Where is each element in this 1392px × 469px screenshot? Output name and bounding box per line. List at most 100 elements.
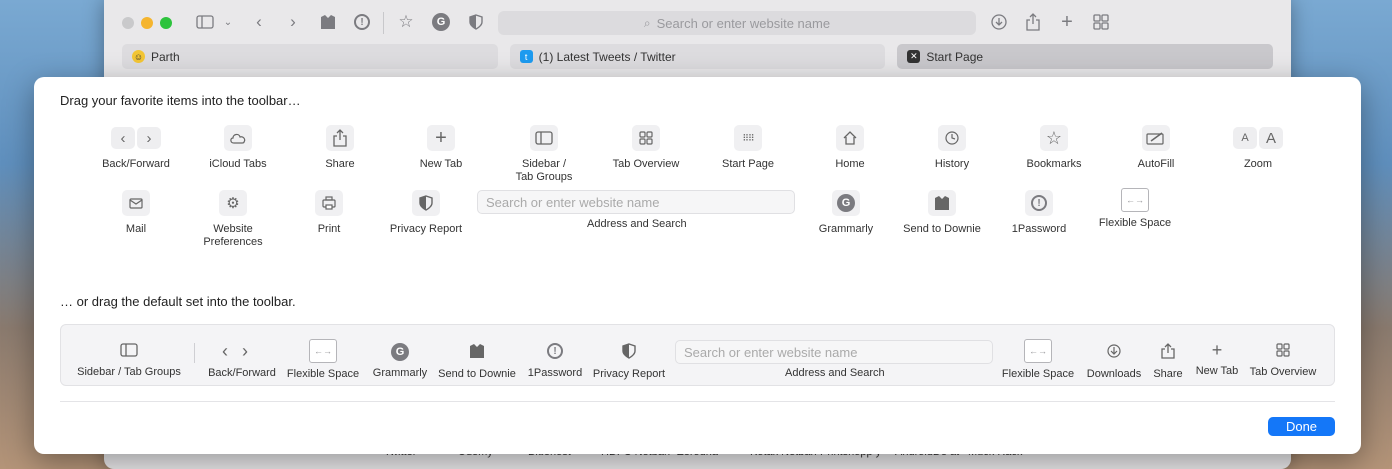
item-label: Website Preferences	[203, 223, 263, 248]
item-zoom[interactable]: AA Zoom	[1208, 125, 1308, 171]
item-share[interactable]: Share	[290, 125, 390, 171]
grid-icon[interactable]	[1091, 10, 1111, 34]
default-privacy-report: Privacy Report	[591, 343, 667, 381]
customize-toolbar-sheet: Drag your favorite items into the toolba…	[34, 77, 1361, 454]
flexible-space-icon: ←→	[309, 339, 337, 363]
plus-icon: +	[1211, 340, 1223, 360]
item-icloud-tabs[interactable]: iCloud Tabs	[188, 125, 288, 171]
plus-icon: +	[427, 125, 455, 151]
gear-icon: ⚙	[219, 190, 247, 216]
grammarly-icon: G	[391, 343, 409, 361]
downie-icon	[469, 343, 485, 362]
default-toolbar-set[interactable]: Sidebar / Tab Groups ‹› Back/Forward ←→ …	[60, 324, 1335, 386]
back-icon[interactable]: ‹	[250, 10, 268, 34]
zoom-icon: AA	[1233, 125, 1283, 151]
share-icon[interactable]	[1023, 10, 1043, 34]
item-sidebar[interactable]: Sidebar / Tab Groups	[494, 125, 594, 184]
address-search-field: Search or enter website name	[675, 340, 993, 364]
item-label: Sidebar / Tab Groups	[77, 366, 181, 378]
item-grammarly[interactable]: G Grammarly	[796, 190, 896, 236]
grammarly-icon: G	[832, 190, 860, 216]
item-label: AutoFill	[1137, 158, 1175, 170]
plus-icon[interactable]: +	[1057, 10, 1077, 34]
item-label: Print	[317, 223, 341, 235]
default-downloads: Downloads	[1084, 343, 1144, 381]
grid-icon	[632, 125, 660, 151]
address-bar[interactable]: ⌕ Search or enter website name	[498, 11, 976, 35]
downie-icon[interactable]	[318, 10, 338, 34]
item-start-page[interactable]: ⠿⠿ Start Page	[698, 125, 798, 171]
item-label: 1Password	[527, 367, 583, 379]
shield-icon	[412, 190, 440, 216]
item-label: Mail	[125, 223, 147, 235]
star-icon[interactable]: ☆	[396, 10, 416, 34]
tab-twitter[interactable]: t (1) Latest Tweets / Twitter	[509, 44, 886, 69]
address-placeholder: Search or enter website name	[656, 15, 831, 31]
item-label: Sidebar / Tab Groups	[515, 158, 573, 183]
item-label: Flexible Space	[1098, 217, 1172, 229]
download-icon[interactable]	[989, 10, 1009, 34]
back-forward-icon: ‹›	[111, 125, 161, 151]
item-mail[interactable]: Mail	[86, 190, 186, 236]
done-button[interactable]: Done	[1268, 417, 1335, 436]
cloud-icon	[224, 125, 252, 151]
item-label: History	[934, 158, 970, 170]
default-share: Share	[1148, 343, 1188, 381]
chevron-down-icon[interactable]: ⌄	[222, 10, 234, 34]
mail-icon	[122, 190, 150, 216]
item-print[interactable]: Print	[279, 190, 379, 236]
item-label: iCloud Tabs	[209, 158, 267, 170]
twitter-icon: t	[519, 50, 533, 63]
minimize-window-button[interactable]	[141, 17, 153, 29]
close-window-button[interactable]	[122, 17, 134, 29]
grid-icon	[1276, 343, 1290, 360]
default-1password: ! 1Password	[523, 343, 587, 380]
item-label: Tab Overview	[612, 158, 680, 170]
item-label: New Tab	[1195, 365, 1239, 377]
item-flexible-space[interactable]: ←→ Flexible Space	[1085, 188, 1185, 230]
tab-start-page[interactable]: ✕ Start Page	[897, 44, 1274, 69]
clock-icon	[938, 125, 966, 151]
item-label: Downloads	[1086, 368, 1142, 380]
item-autofill[interactable]: AutoFill	[1106, 125, 1206, 171]
item-label: New Tab	[419, 158, 463, 170]
item-new-tab[interactable]: + New Tab	[391, 125, 491, 171]
back-forward-icon: ‹›	[222, 341, 262, 361]
item-back-forward[interactable]: ‹ › Back/Forward	[86, 125, 186, 171]
item-history[interactable]: History	[902, 125, 1002, 171]
item-label: Address and Search	[785, 367, 885, 379]
divider	[60, 401, 1335, 402]
item-label: Zoom	[1243, 158, 1273, 170]
tab-parth[interactable]: ☺ Parth	[122, 44, 498, 69]
share-icon	[326, 125, 354, 151]
item-1password[interactable]: ! 1Password	[989, 190, 1089, 236]
sidebar-icon[interactable]	[194, 10, 216, 34]
instruction-default: … or drag the default set into the toolb…	[60, 294, 296, 309]
item-home[interactable]: Home	[800, 125, 900, 171]
print-icon	[315, 190, 343, 216]
item-label: Tab Overview	[1249, 366, 1317, 378]
search-icon: ⌕	[643, 15, 651, 30]
address-search-field[interactable]: Search or enter website name	[477, 190, 795, 214]
default-back-forward: ‹› Back/Forward	[207, 341, 277, 380]
item-label: Privacy Report	[592, 368, 666, 380]
item-website-preferences[interactable]: ⚙ Website Preferences	[183, 190, 283, 249]
grammarly-icon[interactable]: G	[431, 10, 451, 34]
item-label: Flexible Space	[286, 368, 360, 380]
item-tab-overview[interactable]: Tab Overview	[596, 125, 696, 171]
tab-label: Parth	[151, 49, 180, 64]
tab-label: (1) Latest Tweets / Twitter	[538, 49, 676, 64]
forward-icon[interactable]: ›	[284, 10, 302, 34]
dots-grid-icon: ⠿⠿	[734, 125, 762, 151]
item-label: Start Page	[722, 158, 774, 170]
item-privacy-report[interactable]: Privacy Report	[376, 190, 476, 236]
tab-bar: ☺ Parth t (1) Latest Tweets / Twitter ✕ …	[122, 44, 1274, 69]
shield-icon[interactable]	[466, 10, 486, 34]
address-placeholder: Search or enter website name	[684, 344, 858, 360]
sidebar-icon	[120, 343, 138, 360]
onepassword-icon[interactable]: !	[352, 10, 372, 34]
item-send-to-downie[interactable]: Send to Downie	[892, 190, 992, 236]
item-bookmarks[interactable]: ☆ Bookmarks	[1004, 125, 1104, 171]
item-label: Back/Forward	[208, 367, 276, 379]
zoom-window-button[interactable]	[160, 17, 172, 29]
